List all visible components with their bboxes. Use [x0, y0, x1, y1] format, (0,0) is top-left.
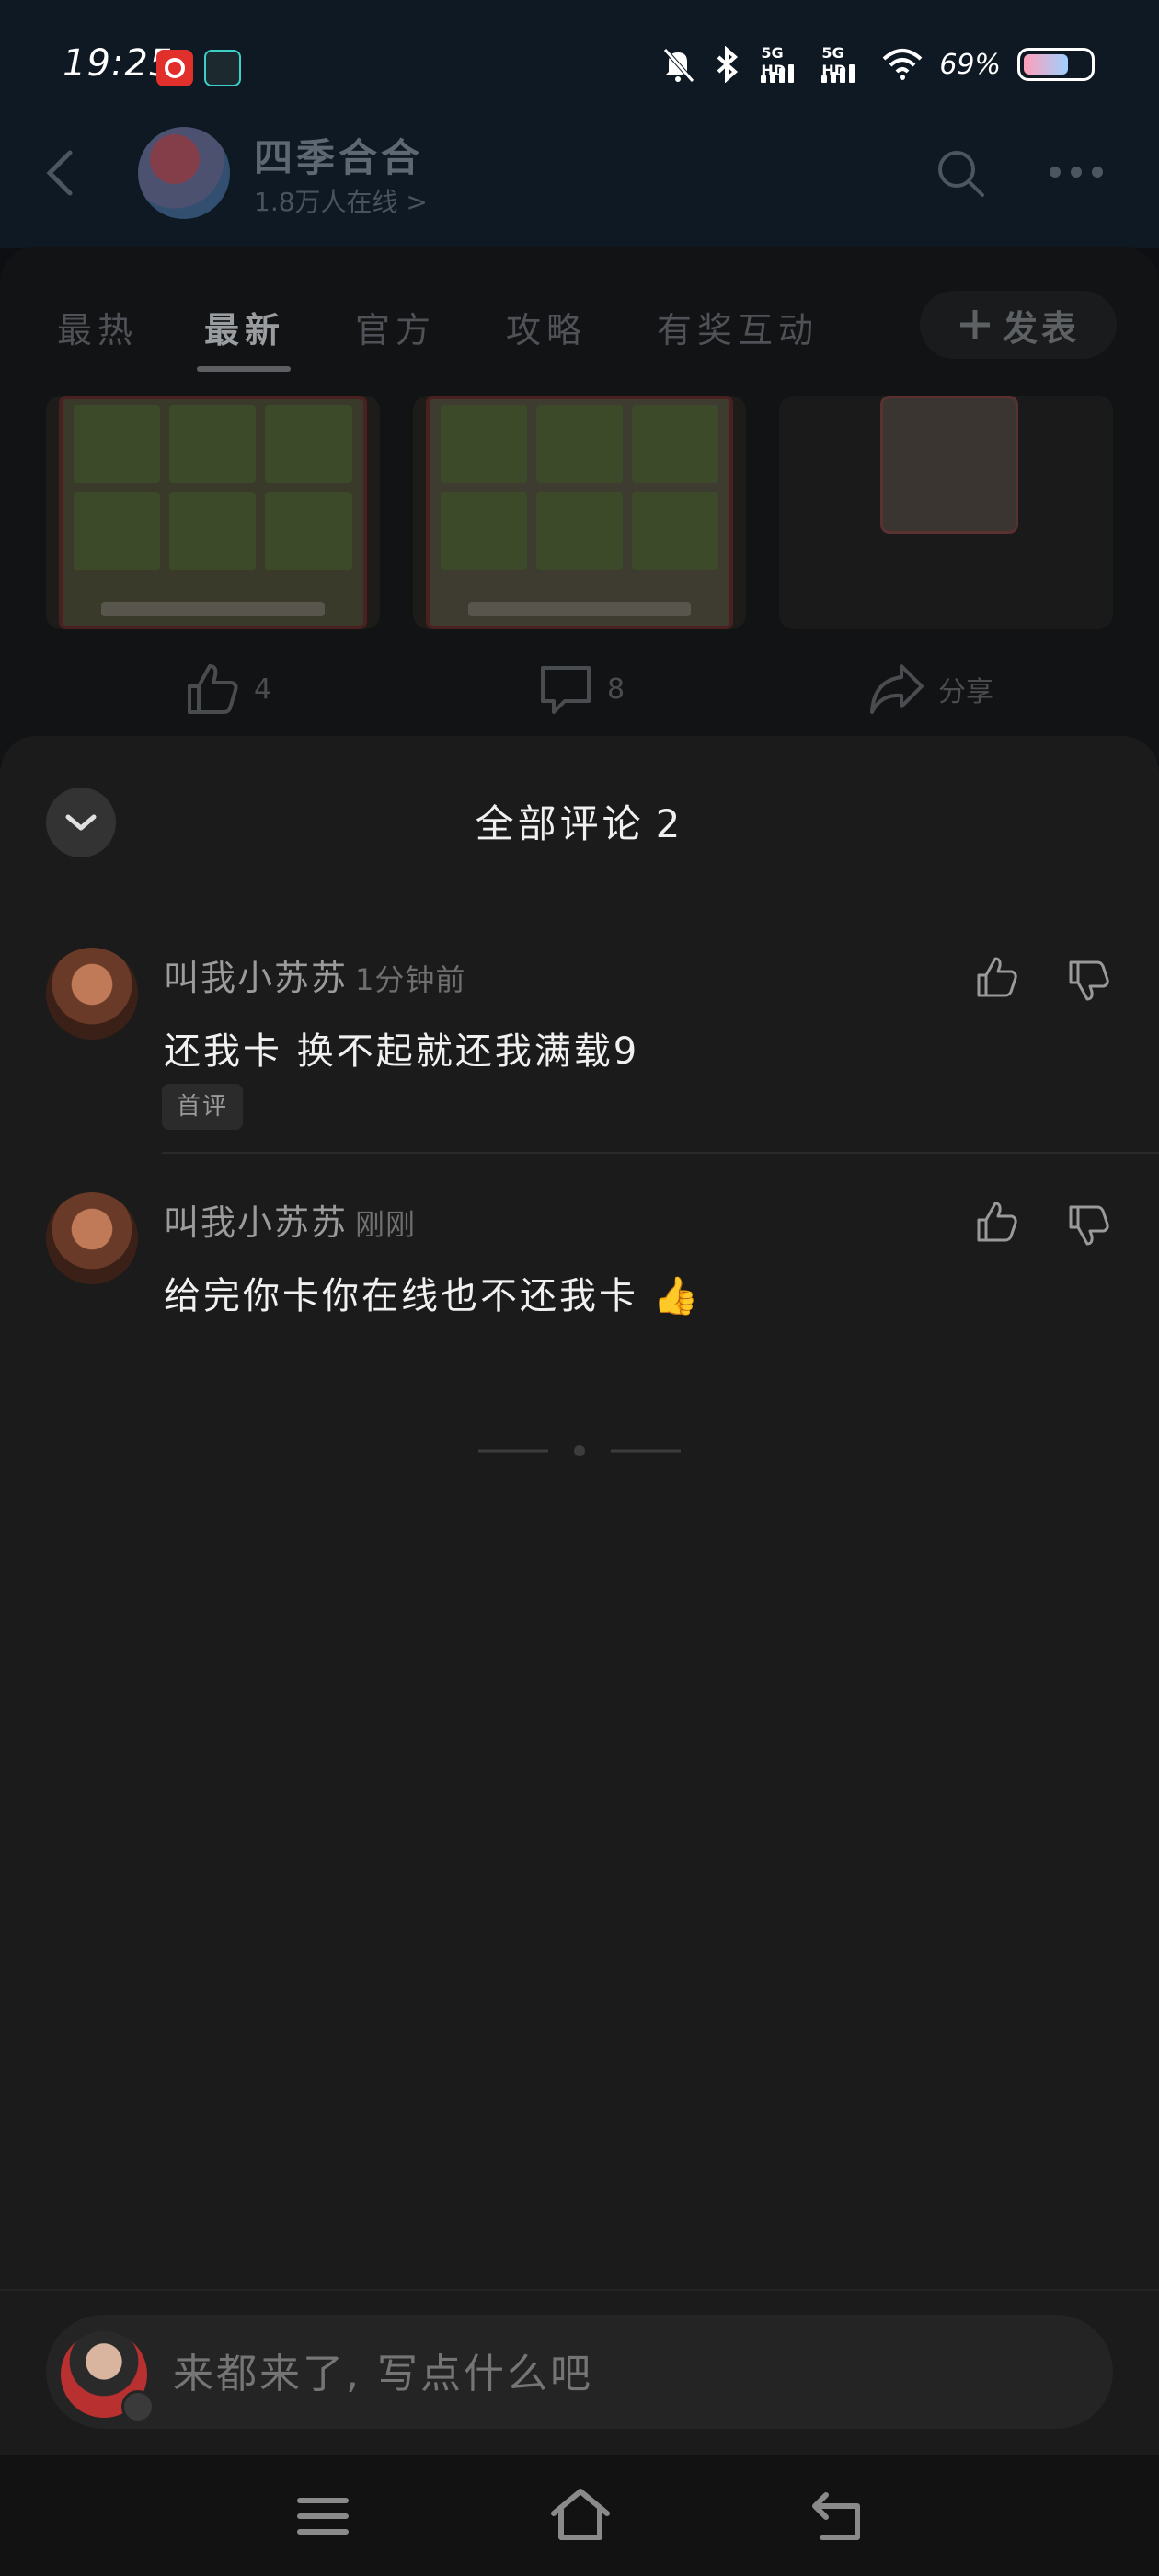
comment-author[interactable]: 叫我小苏苏 [164, 958, 348, 998]
feed-tabs: 最热 最新 官方 攻略 有奖互动 发表 [0, 247, 1159, 385]
mute-icon [663, 48, 695, 83]
comment-icon [541, 666, 591, 714]
system-navigation-bar [0, 2455, 1159, 2576]
status-bar: 19:25 5G HD 5G HD 69% [0, 0, 1159, 129]
feed-panel: 最热 最新 官方 攻略 有奖互动 发表 4 8 分享 [0, 247, 1159, 762]
post-actions: 4 8 分享 [0, 661, 1159, 734]
comment-text: 还我卡 换不起就还我满载9 [164, 1030, 640, 1073]
battery-icon [1017, 48, 1095, 81]
comment-text: 给完你卡你在线也不还我卡 👍 [164, 1275, 702, 1317]
tab-guides[interactable]: 攻略 [506, 302, 587, 352]
battery-fill [1024, 54, 1068, 75]
thumbs-up-icon [188, 664, 238, 714]
back-icon[interactable] [806, 2484, 870, 2548]
back-arrow-icon[interactable] [42, 147, 79, 199]
like-action[interactable]: 4 [184, 661, 271, 718]
comment-item: 叫我小苏苏 1分钟前 还我卡 换不起就还我满载9 首评 [0, 948, 1159, 1168]
comment-time: 1分钟前 [355, 962, 466, 997]
plus-icon [959, 310, 990, 339]
avatar[interactable] [46, 1192, 138, 1284]
post-button[interactable]: 发表 [920, 291, 1117, 359]
comment-time: 刚刚 [355, 1207, 417, 1242]
comment-input-bar [0, 2289, 1159, 2455]
comment-divider [162, 1152, 1159, 1154]
share-action[interactable]: 分享 [868, 661, 993, 718]
comment-input[interactable] [173, 2344, 1001, 2403]
tab-hot[interactable]: 最热 [57, 302, 138, 352]
notification-app-icon [204, 50, 241, 86]
bluetooth-icon [717, 46, 739, 83]
tab-rewards[interactable]: 有奖互动 [657, 302, 819, 352]
active-tab-indicator [197, 366, 291, 372]
post-image[interactable] [412, 396, 747, 629]
like-count: 4 [254, 673, 272, 706]
avatar-badge-icon [121, 2390, 155, 2423]
end-of-list-marker [478, 1445, 681, 1456]
netease-music-icon [156, 50, 193, 86]
tab-latest[interactable]: 最新 [204, 302, 285, 352]
share-label: 分享 [938, 676, 993, 708]
comment-count: 8 [607, 673, 625, 706]
post-image[interactable] [779, 396, 1114, 629]
comments-title-label: 全部评论 [475, 801, 645, 846]
menu-icon[interactable] [291, 2484, 355, 2548]
home-icon[interactable] [548, 2484, 613, 2548]
post-button-label: 发表 [1002, 307, 1080, 349]
avatar[interactable] [46, 948, 138, 1040]
signal-1-icon: 5G HD [761, 44, 805, 83]
community-title[interactable]: 四季合合 [254, 127, 423, 183]
more-options-icon[interactable] [1049, 166, 1104, 178]
signal-2-icon: 5G HD [821, 44, 866, 83]
comment-action[interactable]: 8 [537, 661, 625, 718]
first-comment-badge: 首评 [162, 1084, 244, 1130]
wifi-icon [882, 49, 923, 80]
comments-count: 2 [655, 801, 684, 846]
thumbs-down-icon[interactable] [1067, 959, 1111, 1003]
post-images [46, 396, 1114, 629]
community-avatar[interactable] [138, 127, 230, 219]
share-icon [870, 664, 924, 714]
tab-official[interactable]: 官方 [355, 302, 436, 352]
post-image[interactable] [46, 396, 380, 629]
thumbs-up-icon[interactable] [975, 955, 1019, 999]
thumbs-down-icon[interactable] [1067, 1203, 1111, 1248]
comments-sheet: 全部评论 2 叫我小苏苏 1分钟前 还我卡 换不起就还我满载9 首评 叫我小苏苏 刚刚… [0, 736, 1159, 2455]
thumbs-up-icon[interactable] [975, 1200, 1019, 1244]
comments-title: 全部评论 2 [0, 793, 1159, 849]
battery-percent: 69% [939, 48, 1001, 81]
search-icon[interactable] [935, 147, 986, 199]
comment-author-line: 叫我小苏苏 1分钟前 [164, 949, 465, 1000]
comment-author[interactable]: 叫我小苏苏 [164, 1202, 348, 1243]
comment-item: 叫我小苏苏 刚刚 给完你卡你在线也不还我卡 👍 [0, 1192, 1159, 1358]
online-count[interactable]: 1.8万人在线 > [254, 182, 428, 219]
status-icons: 5G HD 5G HD 69% [661, 44, 1095, 83]
comment-author-line: 叫我小苏苏 刚刚 [164, 1194, 416, 1245]
